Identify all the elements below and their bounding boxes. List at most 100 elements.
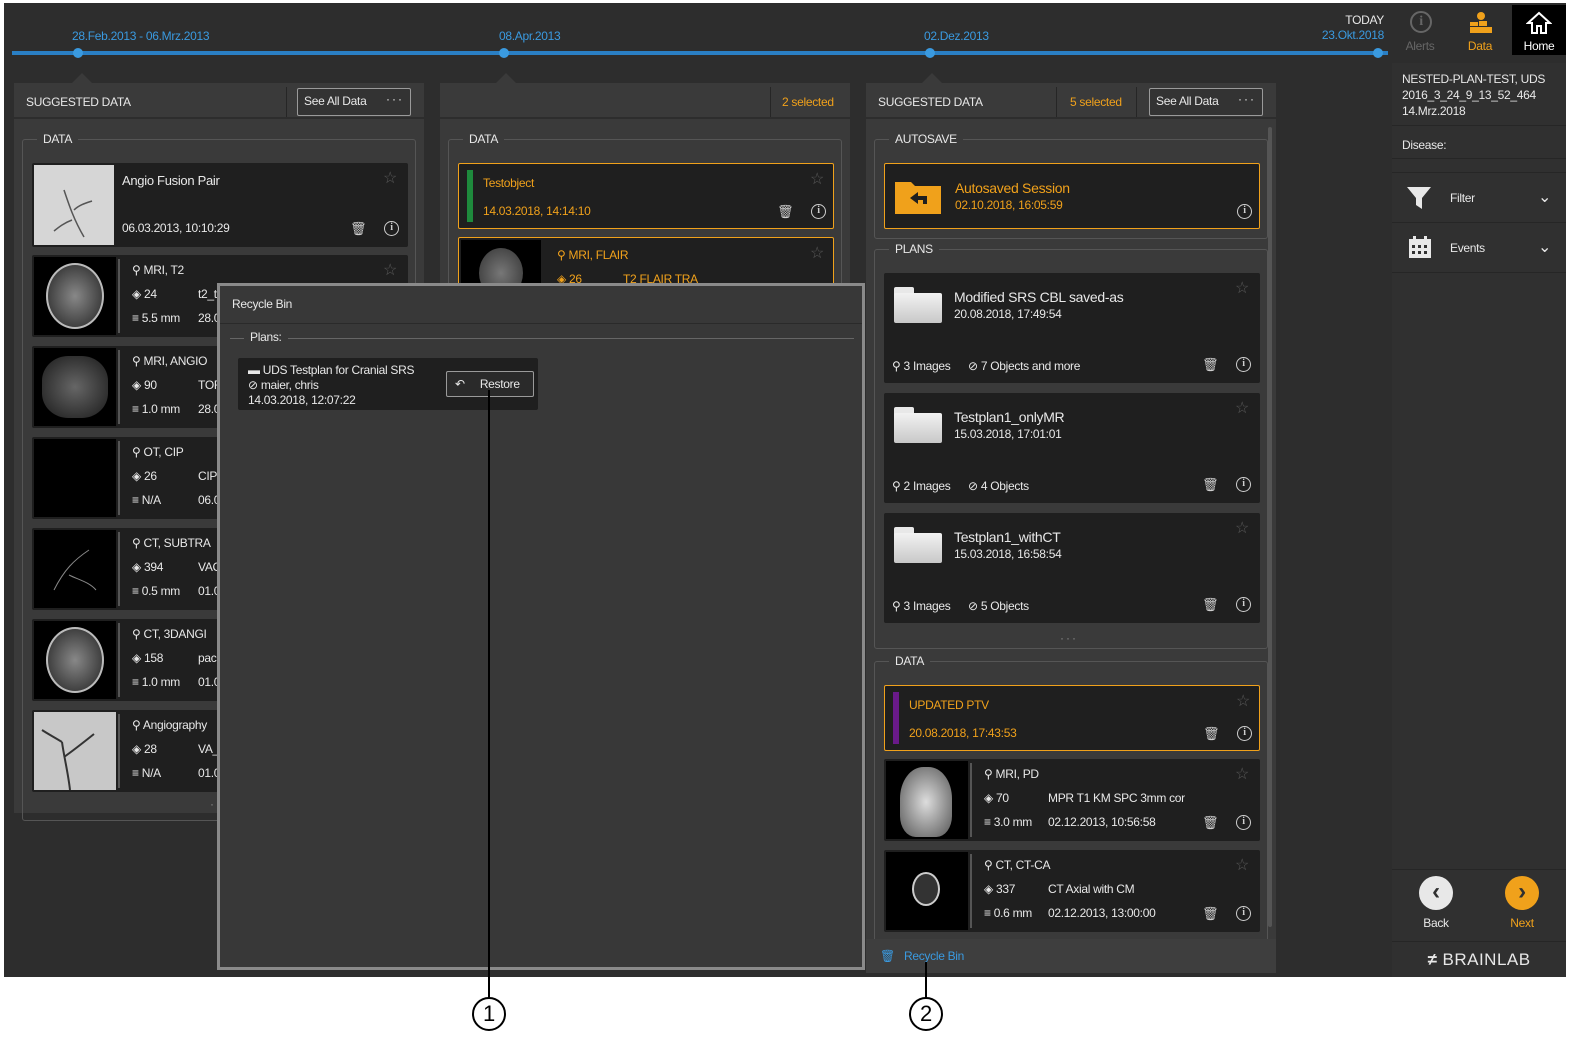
slice-icon: ≡ [984, 815, 991, 829]
group-label: DATA [37, 132, 79, 146]
stack-edge [118, 350, 120, 424]
info-icon[interactable]: i [384, 221, 399, 236]
deleted-plan-item[interactable]: ▬ UDS Testplan for Cranial SRS ⊘ maier, … [238, 358, 538, 410]
info-icon[interactable]: i [1236, 357, 1251, 372]
info-icon[interactable]: i [1237, 204, 1252, 219]
plan-card[interactable]: Testplan1_onlyMR 15.03.2018, 17:01:01 ☆ … [884, 393, 1260, 503]
series-title: ⚲ CT, 3DANGI [132, 627, 207, 641]
see-all-data-button[interactable]: See All Data ··· [297, 88, 411, 116]
middle-column-header: 2 selected [440, 83, 850, 119]
testobject-card[interactable]: Testobject 14.03.2018, 14:14:10 ☆ 🗑 i [458, 163, 834, 229]
series-count: ◈ 70 [984, 791, 1009, 805]
restore-button[interactable]: ↶ Restore [446, 371, 534, 397]
scan-thumbnail [886, 761, 968, 839]
recycle-bin-link[interactable]: 🗑 Recycle Bin [880, 949, 964, 963]
scan-icon: ⚲ [132, 445, 141, 459]
timeline-marker[interactable] [499, 48, 509, 58]
card-date: 02.10.2018, 16:05:59 [955, 198, 1063, 212]
see-all-data-button[interactable]: See All Data ··· [1149, 88, 1263, 116]
scan-icon: ⚲ [132, 536, 141, 550]
info-icon[interactable]: i [1236, 906, 1251, 921]
patient-date: 14.Mrz.2018 [1402, 104, 1466, 118]
star-icon[interactable]: ☆ [809, 246, 825, 262]
plan-card[interactable]: Testplan1_withCT 15.03.2018, 16:58:54 ☆ … [884, 513, 1260, 623]
folder-icon [894, 527, 942, 563]
timeline-bar[interactable] [12, 51, 1388, 55]
scrollbar[interactable] [1268, 127, 1272, 927]
star-icon[interactable]: ☆ [1234, 767, 1250, 783]
back-button[interactable]: ‹ Back [1406, 876, 1466, 940]
plan-objects: ⊘ 5 Objects [968, 599, 1029, 613]
star-icon[interactable]: ☆ [1234, 281, 1250, 297]
info-icon[interactable]: i [1236, 597, 1251, 612]
scan-thumbnail [34, 530, 116, 608]
more-icon: · [210, 797, 214, 811]
app-window: 28.Feb.2013 - 06.Mrz.2013 08.Apr.2013 02… [4, 3, 1566, 977]
next-button[interactable]: › Next [1492, 876, 1552, 940]
star-icon[interactable]: ☆ [382, 171, 398, 187]
data-card[interactable]: Angio Fusion Pair 06.03.2013, 10:10:29 ☆… [32, 163, 408, 247]
info-icon[interactable]: i [1236, 815, 1251, 830]
star-icon[interactable]: ☆ [1234, 401, 1250, 417]
star-icon[interactable]: ☆ [809, 172, 825, 188]
trash-icon[interactable]: 🗑 [1202, 906, 1219, 922]
slice-icon: ≡ [132, 311, 139, 325]
filter-dropdown[interactable]: Filter ⌄ [1392, 173, 1566, 223]
trash-icon[interactable]: 🗑 [350, 221, 367, 237]
card-date: 06.03.2013, 10:10:29 [122, 221, 230, 235]
trash-icon[interactable]: 🗑 [1202, 357, 1219, 373]
series-desc: VA_ [198, 742, 219, 756]
callout-line [925, 962, 927, 1002]
trash-icon[interactable]: 🗑 [1202, 815, 1219, 831]
timeline-date[interactable]: 08.Apr.2013 [499, 29, 561, 43]
events-label: Events [1450, 241, 1485, 255]
star-icon[interactable]: ☆ [382, 263, 398, 279]
autosave-card[interactable]: Autosaved Session 02.10.2018, 16:05:59 i [884, 163, 1260, 229]
plan-date: 20.08.2018, 17:49:54 [954, 307, 1062, 321]
series-thickness: ≡ 1.0 mm [132, 402, 180, 416]
column-title: SUGGESTED DATA [26, 95, 131, 109]
plan-objects: ⊘ 4 Objects [968, 479, 1029, 493]
home-button[interactable]: Home [1512, 5, 1566, 55]
timeline-marker[interactable] [73, 48, 83, 58]
star-icon[interactable]: ☆ [1234, 521, 1250, 537]
alerts-label: Alerts [1405, 39, 1435, 53]
timeline-marker[interactable] [925, 48, 935, 58]
timeline-date[interactable]: 02.Dez.2013 [924, 29, 989, 43]
info-icon[interactable]: i [811, 204, 826, 219]
trash-icon[interactable]: 🗑 [1202, 477, 1219, 493]
info-icon[interactable]: i [1237, 726, 1252, 741]
trash-icon[interactable]: 🗑 [1202, 597, 1219, 613]
info-icon[interactable]: i [1236, 477, 1251, 492]
dialog-header: Recycle Bin [220, 286, 862, 324]
trash-icon[interactable]: 🗑 [777, 204, 794, 220]
stack-edge [970, 854, 972, 928]
alerts-button[interactable]: i Alerts [1390, 5, 1450, 55]
scan-thumbnail [34, 348, 116, 426]
trash-icon[interactable]: 🗑 [1203, 726, 1220, 742]
data-button[interactable]: Data [1450, 5, 1510, 55]
data-icon [1470, 12, 1492, 33]
series-card[interactable]: ⚲ CT, CT-CA ◈ 337 CT Axial with CM ≡ 0.6… [884, 850, 1260, 932]
events-dropdown[interactable]: Events ⌄ [1392, 223, 1566, 273]
updated-ptv-card[interactable]: UPDATED PTV 20.08.2018, 17:43:53 ☆ 🗑 i [884, 685, 1260, 751]
series-count: ◈ 28 [132, 742, 157, 756]
slice-icon: ≡ [132, 402, 139, 416]
series-card[interactable]: ⚲ MRI, PD ◈ 70 MPR T1 KM SPC 3mm cor ≡ 3… [884, 759, 1260, 841]
stack-icon: ◈ [132, 378, 141, 392]
timeline-marker-today[interactable] [1373, 48, 1383, 58]
filter-label: Filter [1450, 191, 1475, 205]
plan-card[interactable]: Modified SRS CBL saved-as 20.08.2018, 17… [884, 273, 1260, 383]
info-icon: i [1410, 11, 1432, 33]
patient-name: NESTED-PLAN-TEST, UDS [1402, 72, 1546, 86]
star-icon[interactable]: ☆ [1235, 694, 1251, 710]
series-title: ⚲ CT, CT-CA [984, 858, 1051, 872]
series-title: ⚲ MRI, PD [984, 767, 1039, 781]
more-icon[interactable]: ··· [1060, 631, 1078, 645]
timeline-date[interactable]: 28.Feb.2013 - 06.Mrz.2013 [72, 29, 210, 43]
card-date: 20.08.2018, 17:43:53 [909, 726, 1017, 740]
series-count: ◈ 337 [984, 882, 1016, 896]
series-desc: t2_t [198, 287, 217, 301]
star-icon[interactable]: ☆ [1234, 858, 1250, 874]
card-title: UPDATED PTV [909, 698, 989, 712]
